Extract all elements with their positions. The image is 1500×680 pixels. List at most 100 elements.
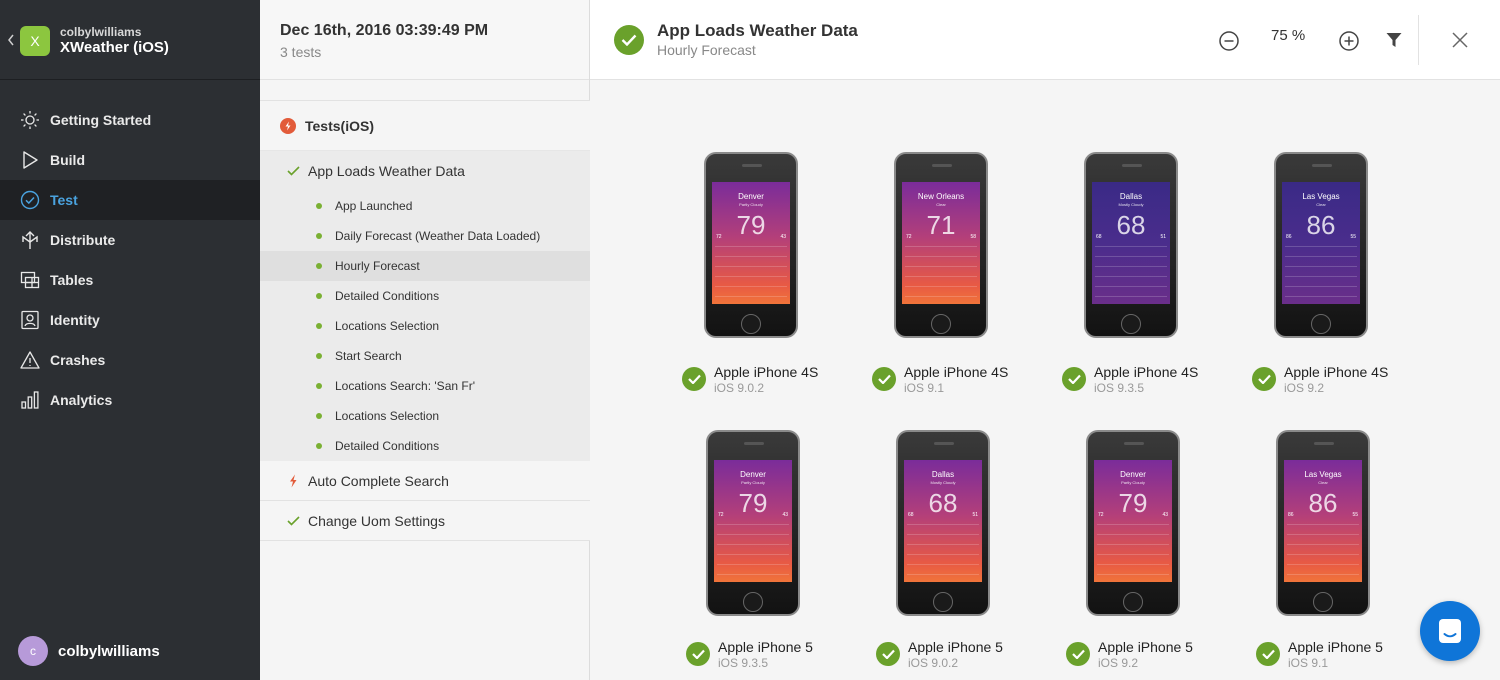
device-screenshot[interactable]: New Orleans Clear 71 72 58 <box>894 152 988 338</box>
passed-check-icon <box>876 642 900 666</box>
sidebar-item-label: Tables <box>50 272 94 288</box>
device-card[interactable]: Dallas Mostly Cloudy 68 68 51 Apple iPhone 5i… <box>872 430 1062 680</box>
sidebar-item-crashes[interactable]: Crashes <box>0 340 260 380</box>
step-status-dot <box>316 413 322 419</box>
check-circle-icon <box>20 190 40 210</box>
close-icon[interactable] <box>1450 30 1470 50</box>
step-row[interactable]: Detailed Conditions <box>260 281 590 311</box>
app-icon-letter: X <box>30 33 40 49</box>
phone-speaker <box>934 442 954 445</box>
phone-screen: Dallas Mostly Cloudy 68 68 51 <box>904 460 982 582</box>
screen-condition: Clear <box>1316 202 1326 207</box>
device-screenshot[interactable]: Las Vegas Clear 86 86 55 <box>1276 430 1370 616</box>
screen-temperature: 68 <box>1116 210 1146 240</box>
step-row[interactable]: Locations Selection <box>260 401 590 431</box>
device-screenshot[interactable]: Dallas Mostly Cloudy 68 68 51 <box>896 430 990 616</box>
sidebar-item-analytics[interactable]: Analytics <box>0 380 260 420</box>
sidebar-item-label: Analytics <box>50 392 113 408</box>
distribute-icon <box>20 230 40 250</box>
screen-temperature: 86 <box>1306 210 1336 240</box>
header-divider <box>1418 15 1419 65</box>
chevron-left-icon[interactable] <box>6 32 16 48</box>
step-label: Detailed Conditions <box>335 439 440 453</box>
device-card[interactable]: Las Vegas Clear 86 86 55 Apple iPhone 4S iOS 9… <box>1252 152 1442 407</box>
screen-condition: Clear <box>1318 480 1328 485</box>
screen-temperature: 79 <box>1118 488 1148 518</box>
device-info: Apple iPhone 4S iOS 9.3.5 <box>1062 363 1252 403</box>
step-row[interactable]: Daily Forecast (Weather Data Loaded) <box>260 221 590 251</box>
filter-icon[interactable] <box>1385 31 1403 49</box>
device-os: iOS 9.0.2 <box>908 656 959 670</box>
test-row[interactable]: Change Uom Settings <box>260 501 590 541</box>
device-screenshot[interactable]: Denver Partly Cloudy 79 72 43 <box>1086 430 1180 616</box>
zoom-in-icon[interactable] <box>1338 30 1360 52</box>
home-button <box>1313 592 1333 612</box>
screen-temp-low: 86 <box>1288 512 1294 518</box>
phone-screen: New Orleans Clear 71 72 58 <box>902 182 980 304</box>
detail-title: App Loads Weather Data <box>657 21 858 40</box>
device-name: Apple iPhone 4S <box>1284 364 1389 380</box>
device-card[interactable]: Denver Partly Cloudy 79 72 43 Apple iPhone 5i… <box>1062 430 1252 680</box>
sidebar-item-build[interactable]: Build <box>0 140 260 180</box>
run-date: Dec 16th, 2016 03:39:49 PM <box>280 22 489 39</box>
screen-temp-high: 55 <box>1352 512 1358 518</box>
test-row[interactable]: Auto Complete Search <box>260 461 590 501</box>
device-screenshot[interactable]: Las Vegas Clear 86 86 55 <box>1274 152 1368 338</box>
screen-condition: Mostly Cloudy <box>930 480 956 485</box>
device-card[interactable]: Dallas Mostly Cloudy 68 68 51 Apple iPhone 4S… <box>1062 152 1252 407</box>
device-card[interactable]: Las Vegas Clear 86 86 55 Apple iPhone 5 iOS 9.… <box>1252 430 1442 680</box>
avatar: c <box>18 636 48 666</box>
chat-button[interactable] <box>1420 601 1480 661</box>
sidebar-item-test[interactable]: Test <box>0 180 260 220</box>
sidebar-item-distribute[interactable]: Distribute <box>0 220 260 260</box>
suite-title: Tests(iOS) <box>305 117 374 134</box>
home-button <box>741 314 761 334</box>
sidebar-item-label: Test <box>50 192 78 208</box>
app-header[interactable]: X colbylwilliams XWeather (iOS) <box>0 0 260 80</box>
test-detail-panel: App Loads Weather Data Hourly Forecast 7… <box>590 0 1500 680</box>
device-screenshot[interactable]: Denver Partly Cloudy 79 72 43 <box>706 430 800 616</box>
test-row[interactable]: App Loads Weather Data <box>260 151 590 191</box>
device-card[interactable]: Denver Partly Cloudy 79 72 43 Apple iPhone 4S… <box>682 152 872 407</box>
chat-icon <box>1439 619 1461 643</box>
device-name: Apple iPhone 5 <box>718 639 813 655</box>
device-screenshot[interactable]: Dallas Mostly Cloudy 68 68 51 <box>1084 152 1178 338</box>
step-status-dot <box>316 263 322 269</box>
sidebar-item-tables[interactable]: Tables <box>0 260 260 300</box>
phone-screen: Denver Partly Cloudy 79 72 43 <box>1094 460 1172 582</box>
step-status-dot <box>316 353 322 359</box>
screen-condition: Mostly Cloudy <box>1118 202 1144 207</box>
step-row[interactable]: Start Search <box>260 341 590 371</box>
screen-condition: Clear <box>936 202 946 207</box>
screen-temp-high: 43 <box>780 234 786 240</box>
device-card[interactable]: Denver Partly Cloudy 79 72 43 Apple iPhone 5i… <box>682 430 872 680</box>
device-card[interactable]: New Orleans Clear 71 72 58 Apple iPhone 4S iOS… <box>872 152 1062 407</box>
step-row[interactable]: Locations Selection <box>260 311 590 341</box>
screen-forecast-rows <box>1285 246 1357 298</box>
sidebar-item-label: Distribute <box>50 232 116 248</box>
passed-check-icon <box>1062 367 1086 391</box>
zoom-out-icon[interactable] <box>1218 30 1240 52</box>
test-label: Change Uom Settings <box>308 512 445 529</box>
device-os: iOS 9.0.2 <box>714 381 765 395</box>
device-name: Apple iPhone 4S <box>1094 364 1199 380</box>
run-test-count: 3 tests <box>280 44 322 60</box>
device-screenshot[interactable]: Denver Partly Cloudy 79 72 43 <box>704 152 798 338</box>
app-owner: colbylwilliams <box>60 25 142 39</box>
user-menu[interactable]: c colbylwilliams <box>0 622 260 680</box>
suite-header[interactable]: Tests(iOS) <box>260 101 590 151</box>
screen-temperature: 68 <box>928 488 958 518</box>
failed-bolt-icon <box>286 474 300 488</box>
step-row-selected[interactable]: Hourly Forecast <box>260 251 590 281</box>
screen-temp-low: 68 <box>1096 234 1102 240</box>
step-row[interactable]: App Launched <box>260 191 590 221</box>
sidebar-item-getting-started[interactable]: Getting Started <box>0 100 260 140</box>
step-status-dot <box>316 293 322 299</box>
step-row[interactable]: Detailed Conditions <box>260 431 590 461</box>
step-row[interactable]: Locations Search: 'San Fr' <box>260 371 590 401</box>
device-info: Apple iPhone 4S iOS 9.1 <box>872 363 1062 403</box>
screen-temp-low: 68 <box>908 512 914 518</box>
passed-check-icon <box>682 367 706 391</box>
phone-speaker <box>1124 442 1144 445</box>
sidebar-item-identity[interactable]: Identity <box>0 300 260 340</box>
